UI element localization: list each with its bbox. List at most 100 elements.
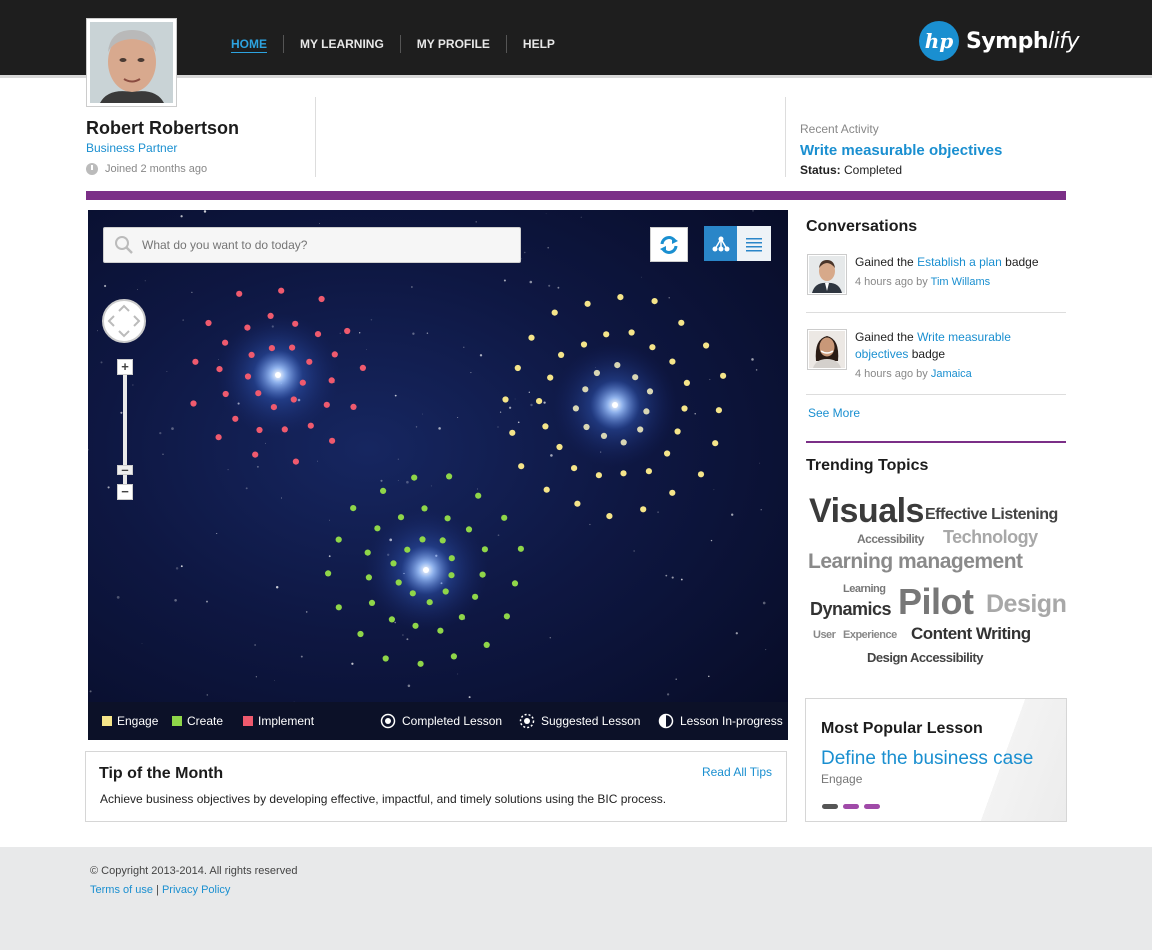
topic-tag[interactable]: Visuals [809, 492, 924, 531]
search-box[interactable] [103, 227, 521, 263]
topic-tag[interactable]: Design Accessibility [867, 650, 983, 665]
background-star [132, 384, 134, 386]
topic-tag[interactable]: Technology [943, 527, 1038, 548]
topic-tag[interactable]: Accessibility [857, 532, 924, 546]
zoom-in-button[interactable]: + [117, 359, 133, 375]
user-link[interactable]: Tim Willams [931, 276, 990, 288]
create-cluster-lesson-node [390, 560, 397, 567]
brand-name: Symphlify [966, 28, 1080, 54]
engage-cluster-lesson-node [628, 329, 635, 336]
network-icon [712, 236, 729, 251]
engage-cluster-lesson-node [542, 423, 549, 430]
legend-suggested: Suggested Lesson [519, 713, 640, 729]
tip-title: Tip of the Month [99, 765, 224, 782]
background-star [351, 662, 354, 665]
background-star [666, 693, 670, 696]
background-star [680, 578, 683, 581]
background-star [475, 221, 477, 223]
background-star [144, 280, 146, 282]
legend-implement: Implement [243, 714, 314, 728]
topic-tag[interactable]: Pilot [898, 581, 974, 623]
background-star [206, 600, 208, 603]
learning-map-canvas[interactable] [88, 210, 788, 702]
topic-tag[interactable]: Content Writing [911, 624, 1031, 644]
footer-links: Terms of use | Privacy Policy [90, 884, 230, 896]
refresh-button[interactable] [650, 227, 688, 262]
background-star [731, 513, 734, 516]
legend-implement-label: Implement [258, 714, 315, 728]
topic-tag[interactable]: Learning [843, 583, 886, 595]
brand-logo[interactable]: hp Symphlify [918, 20, 1080, 62]
background-star [508, 406, 512, 409]
privacy-link[interactable]: Privacy Policy [162, 884, 230, 896]
background-star [657, 511, 659, 514]
background-star [557, 286, 560, 289]
background-star [580, 216, 582, 218]
most-popular-lesson: Most Popular Lesson Define the business … [805, 698, 1067, 822]
create-cluster-lesson-node [501, 514, 508, 521]
engage-cluster-lesson-node [715, 407, 723, 414]
terms-link[interactable]: Terms of use [90, 884, 153, 896]
carousel-dot-active[interactable] [822, 804, 838, 809]
conversation-avatar[interactable] [807, 329, 847, 370]
engage-cluster-lesson-node [620, 470, 627, 477]
nav-my-learning[interactable]: MY LEARNING [284, 35, 401, 53]
conversation-avatar[interactable] [807, 254, 847, 295]
topic-tag[interactable]: Design [986, 590, 1067, 619]
conversation-meta: 4 hours ago by Tim Willams [855, 274, 1065, 291]
nav-my-profile[interactable]: MY PROFILE [401, 35, 507, 53]
background-star [319, 223, 320, 224]
see-more-link[interactable]: See More [808, 406, 860, 420]
implement-cluster-lesson-node [328, 377, 335, 384]
background-star [675, 678, 677, 681]
background-star [497, 426, 499, 428]
learning-map[interactable]: + – − Engage Create Implement Completed … [88, 210, 788, 740]
topic-tag[interactable]: Dynamics [810, 599, 892, 620]
create-cluster-lesson-node [335, 536, 342, 543]
implement-cluster-lesson-node [292, 320, 299, 327]
topic-tag[interactable]: Effective Listening [925, 506, 1058, 524]
background-star [497, 534, 500, 537]
conversation-meta: 4 hours ago by Jamaica [855, 366, 1065, 383]
implement-cluster-lesson-node [190, 400, 197, 407]
implement-cluster-lesson-node [216, 366, 223, 373]
implement-cluster-lesson-node [222, 339, 229, 346]
pan-control[interactable] [102, 299, 146, 343]
background-star [760, 509, 762, 511]
engage-cluster-lesson-node [637, 426, 644, 433]
implement-cluster-lesson-node [314, 331, 322, 338]
engage-cluster-lesson-node [669, 358, 676, 365]
engage-cluster-lesson-node [720, 372, 727, 379]
popular-lesson-link[interactable]: Define the business case [821, 748, 1033, 770]
tip-of-the-month: Tip of the Month Read All Tips Achieve b… [85, 751, 787, 822]
read-all-tips-link[interactable]: Read All Tips [702, 765, 772, 779]
recent-activity-title[interactable]: Write measurable objectives [800, 142, 1066, 159]
search-input[interactable] [142, 238, 502, 252]
map-view-button[interactable] [704, 226, 737, 261]
create-cluster-lesson-node [426, 599, 433, 606]
topic-tag[interactable]: Experience [843, 629, 897, 641]
zoom-out-button[interactable]: − [117, 484, 133, 500]
carousel-dot[interactable] [843, 804, 859, 809]
topic-tag[interactable]: User [813, 629, 836, 641]
carousel-dot[interactable] [864, 804, 880, 809]
background-star [227, 468, 229, 471]
topic-tag[interactable]: Learning management [808, 550, 1023, 574]
conversation-prefix: Gained the [855, 330, 914, 344]
background-star [329, 519, 330, 521]
user-avatar[interactable] [86, 18, 177, 107]
user-link[interactable]: Jamaica [931, 368, 972, 380]
engage-cluster-lesson-node [646, 388, 654, 395]
background-star [141, 643, 143, 644]
nav-home[interactable]: HOME [215, 35, 284, 53]
engage-cluster-lesson-node [536, 398, 543, 405]
badge-link[interactable]: Establish a plan [917, 255, 1002, 269]
conversation-time: 4 hours ago by [855, 276, 928, 288]
conversation-text: Gained the Write measurable objectives b… [855, 329, 1065, 383]
engage-cluster-lesson-node [514, 364, 521, 372]
create-cluster-lesson-node [417, 660, 424, 667]
zoom-slider-handle[interactable]: – [117, 463, 133, 476]
nav-help[interactable]: HELP [507, 35, 571, 53]
profile-name[interactable]: Robert Robertson [86, 118, 316, 139]
list-view-button[interactable] [737, 226, 771, 261]
